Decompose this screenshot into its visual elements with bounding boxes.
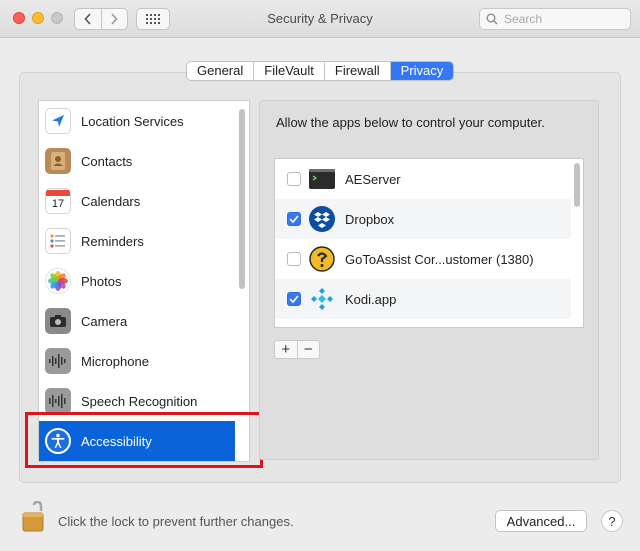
accessibility-icon (45, 428, 71, 454)
gotoassist-icon (309, 246, 335, 272)
tab-general[interactable]: General (187, 62, 253, 80)
sidebar-item-location-services[interactable]: Location Services (39, 101, 235, 141)
app-checkbox-dropbox[interactable] (287, 212, 301, 226)
privacy-prompt-text: Allow the apps below to control your com… (276, 115, 545, 130)
photos-flower-icon (45, 268, 71, 294)
search-input[interactable] (502, 11, 622, 27)
app-row-partial (275, 319, 571, 327)
remove-app-button[interactable]: − (296, 341, 320, 358)
search-icon (486, 13, 498, 25)
apps-scrollbar[interactable] (574, 163, 580, 207)
security-privacy-window: Security & Privacy General FileVault Fir… (0, 0, 640, 551)
app-row-kodi[interactable]: Kodi.app (275, 279, 571, 319)
lock-icon[interactable] (20, 500, 48, 533)
add-remove-buttons: + − (274, 340, 320, 359)
location-arrow-icon (45, 108, 71, 134)
sidebar-item-accessibility[interactable]: Accessibility (39, 421, 235, 461)
dropbox-icon (309, 206, 335, 232)
lock-status-text: Click the lock to prevent further change… (58, 514, 294, 529)
sidebar-item-calendars[interactable]: 17 Calendars (39, 181, 235, 221)
sidebar-scrollbar[interactable] (239, 109, 245, 289)
advanced-button[interactable]: Advanced... (495, 510, 587, 532)
sidebar-item-reminders[interactable]: Reminders (39, 221, 235, 261)
sidebar-item-label: Contacts (81, 153, 133, 169)
app-row-dropbox[interactable]: Dropbox (275, 199, 571, 239)
help-button[interactable]: ? (601, 510, 623, 532)
speech-waveform-icon (45, 388, 71, 414)
contacts-book-icon (45, 148, 71, 174)
app-row-gotoassist[interactable]: GoToAssist Cor...ustomer (1380) (275, 239, 571, 279)
app-checkbox-kodi[interactable] (287, 292, 301, 306)
app-name: Kodi.app (345, 291, 397, 307)
calendar-icon: 17 (45, 188, 71, 214)
search-field[interactable] (479, 8, 631, 30)
sidebar-item-label: Camera (81, 313, 128, 329)
tab-filevault[interactable]: FileVault (253, 62, 324, 80)
reminders-list-icon (45, 228, 71, 254)
add-app-button[interactable]: + (275, 341, 297, 358)
sidebar-item-camera[interactable]: Camera (39, 301, 235, 341)
tab-bar: General FileVault Firewall Privacy (186, 61, 455, 81)
sidebar-item-label: Calendars (81, 193, 141, 209)
title-bar: Security & Privacy (0, 0, 640, 38)
tab-privacy[interactable]: Privacy (389, 62, 454, 80)
sidebar-item-label: Accessibility (81, 433, 152, 449)
app-row-aeserver[interactable]: AEServer (275, 159, 571, 199)
camera-icon (45, 308, 71, 334)
kodi-icon (309, 286, 335, 312)
checkmark-icon (289, 295, 299, 303)
sidebar-item-label: Speech Recognition (81, 393, 198, 409)
terminal-icon (309, 166, 335, 192)
sidebar-item-photos[interactable]: Photos (39, 261, 235, 301)
privacy-category-list[interactable]: Location Services Contacts 17 Calendars (38, 100, 250, 462)
app-name: GoToAssist Cor...ustomer (1380) (345, 251, 534, 267)
checkmark-icon (289, 215, 299, 223)
sidebar-item-label: Location Services (81, 113, 184, 129)
calendar-day-number: 17 (51, 198, 65, 210)
tab-firewall[interactable]: Firewall (323, 62, 390, 80)
allowed-apps-list[interactable]: AEServer Dropbox GoToAssist Cor...ustome… (274, 158, 584, 328)
app-name: Dropbox (345, 211, 395, 227)
sidebar-item-speech-recognition[interactable]: Speech Recognition (39, 381, 235, 421)
sidebar-item-contacts[interactable]: Contacts (39, 141, 235, 181)
sidebar-item-label: Photos (81, 273, 122, 289)
app-checkbox-gotoassist[interactable] (287, 252, 301, 266)
sidebar-item-label: Microphone (81, 353, 149, 369)
microphone-waveform-icon (45, 348, 71, 374)
app-checkbox-aeserver[interactable] (287, 172, 301, 186)
sidebar-item-label: Reminders (81, 233, 144, 249)
app-name: AEServer (345, 171, 401, 187)
sidebar-item-microphone[interactable]: Microphone (39, 341, 235, 381)
